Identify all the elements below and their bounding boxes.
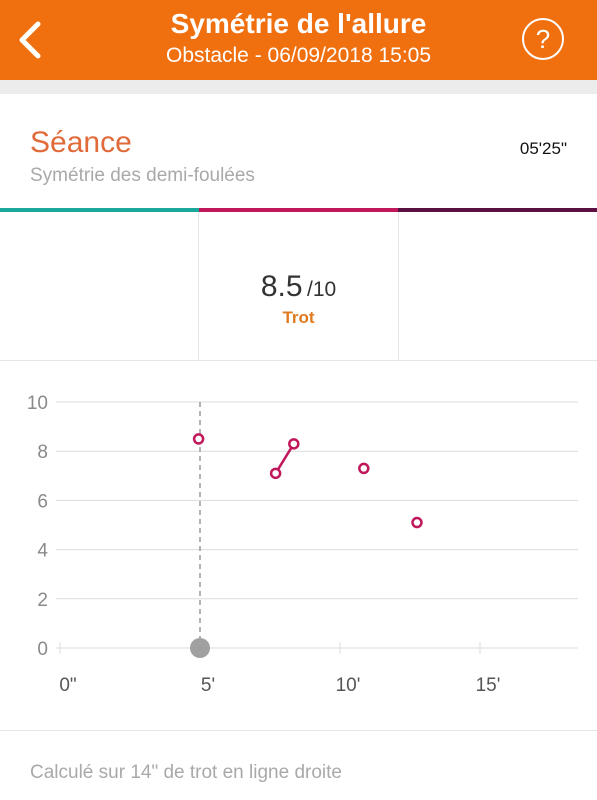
gait-label: Trot xyxy=(282,308,315,327)
y-tick-label: 4 xyxy=(37,541,48,562)
header-spacer xyxy=(0,80,597,94)
gait-cell-left[interactable] xyxy=(0,212,199,360)
data-point xyxy=(269,467,282,480)
y-tick-label: 6 xyxy=(37,491,48,512)
gait-cell-right[interactable] xyxy=(399,212,597,360)
page-subtitle: Obstacle - 06/09/2018 15:05 xyxy=(165,44,432,67)
score-number: 8.5 xyxy=(260,270,303,303)
footnote: Calculé sur 14" de trot en ligne droite xyxy=(30,762,342,783)
data-point xyxy=(192,433,205,445)
y-tick-label: 2 xyxy=(37,590,48,611)
y-tick-label: 0 xyxy=(37,639,48,660)
session-title: Séance xyxy=(30,126,132,159)
data-point xyxy=(358,462,370,475)
time-cursor-handle[interactable] xyxy=(190,638,210,658)
score-max: /10 xyxy=(306,278,337,301)
data-point xyxy=(411,516,423,529)
x-tick-label: 0" xyxy=(59,675,76,696)
data-point xyxy=(288,438,300,450)
score-value: 8.5 /10 xyxy=(199,270,398,304)
page-title: Symétrie de l'allure xyxy=(170,8,427,39)
question-circle-icon[interactable]: ? xyxy=(521,17,565,61)
help-glyph: ? xyxy=(536,24,550,54)
gait-cell-trot[interactable]: 8.5 /10 Trot xyxy=(199,212,399,360)
x-tick-label: 10' xyxy=(336,675,361,696)
gait-cells: 8.5 /10 Trot xyxy=(0,212,597,361)
symmetry-chart: 0 2 4 6 8 10 0" 5' 10' 15' xyxy=(27,393,578,696)
y-tick-label: 8 xyxy=(37,442,48,463)
x-tick-label: 15' xyxy=(476,675,501,696)
session-subtitle: Symétrie des demi-foulées xyxy=(30,165,255,186)
y-tick-label: 10 xyxy=(27,393,48,414)
session-duration: 05'25" xyxy=(519,139,567,158)
header-bar: Symétrie de l'allure Obstacle - 06/09/20… xyxy=(0,0,597,80)
divider xyxy=(0,730,597,731)
x-tick-label: 5' xyxy=(201,675,215,696)
